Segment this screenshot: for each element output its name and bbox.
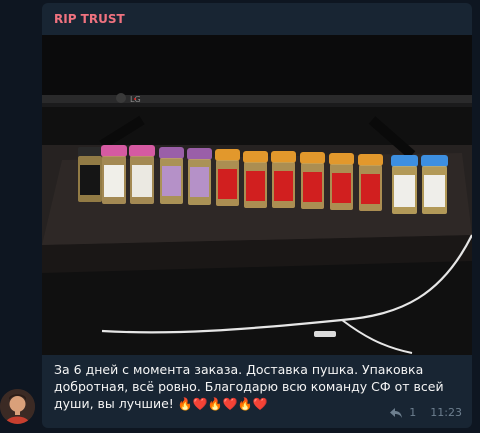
- heart-emoji: ❤️: [222, 397, 238, 411]
- vial-orange-1: [215, 149, 240, 206]
- heart-emoji: ❤️: [252, 397, 268, 411]
- vial-blue-1: [391, 155, 418, 214]
- vial-orange-3: [271, 151, 296, 208]
- vial-black: [78, 147, 102, 202]
- vial-purple-1: [159, 147, 184, 204]
- message-time: 11:23: [430, 406, 462, 419]
- heart-emoji: ❤️: [192, 397, 208, 411]
- reply-arrow-icon[interactable]: [389, 407, 403, 419]
- fire-emoji: 🔥: [207, 397, 223, 411]
- vial-blue-2: [421, 155, 448, 214]
- sender-name[interactable]: RIP TRUST: [54, 12, 125, 26]
- vial-orange-5: [329, 153, 354, 210]
- reply-count[interactable]: 1: [409, 406, 416, 419]
- fire-emoji: 🔥: [237, 397, 253, 411]
- vial-orange-2: [243, 151, 268, 208]
- fire-emoji: 🔥: [177, 397, 193, 411]
- vial-pink-1: [101, 145, 127, 204]
- vial-pink-2: [129, 145, 155, 204]
- vial-orange-4: [300, 152, 325, 209]
- vial-orange-6: [358, 154, 383, 211]
- user-avatar-icon[interactable]: [0, 389, 35, 424]
- message-photo[interactable]: LG: [42, 35, 472, 355]
- message-meta: 1 11:23: [389, 406, 462, 419]
- message-bubble[interactable]: RIP TRUST LG: [42, 3, 472, 428]
- vial-purple-2: [187, 148, 212, 205]
